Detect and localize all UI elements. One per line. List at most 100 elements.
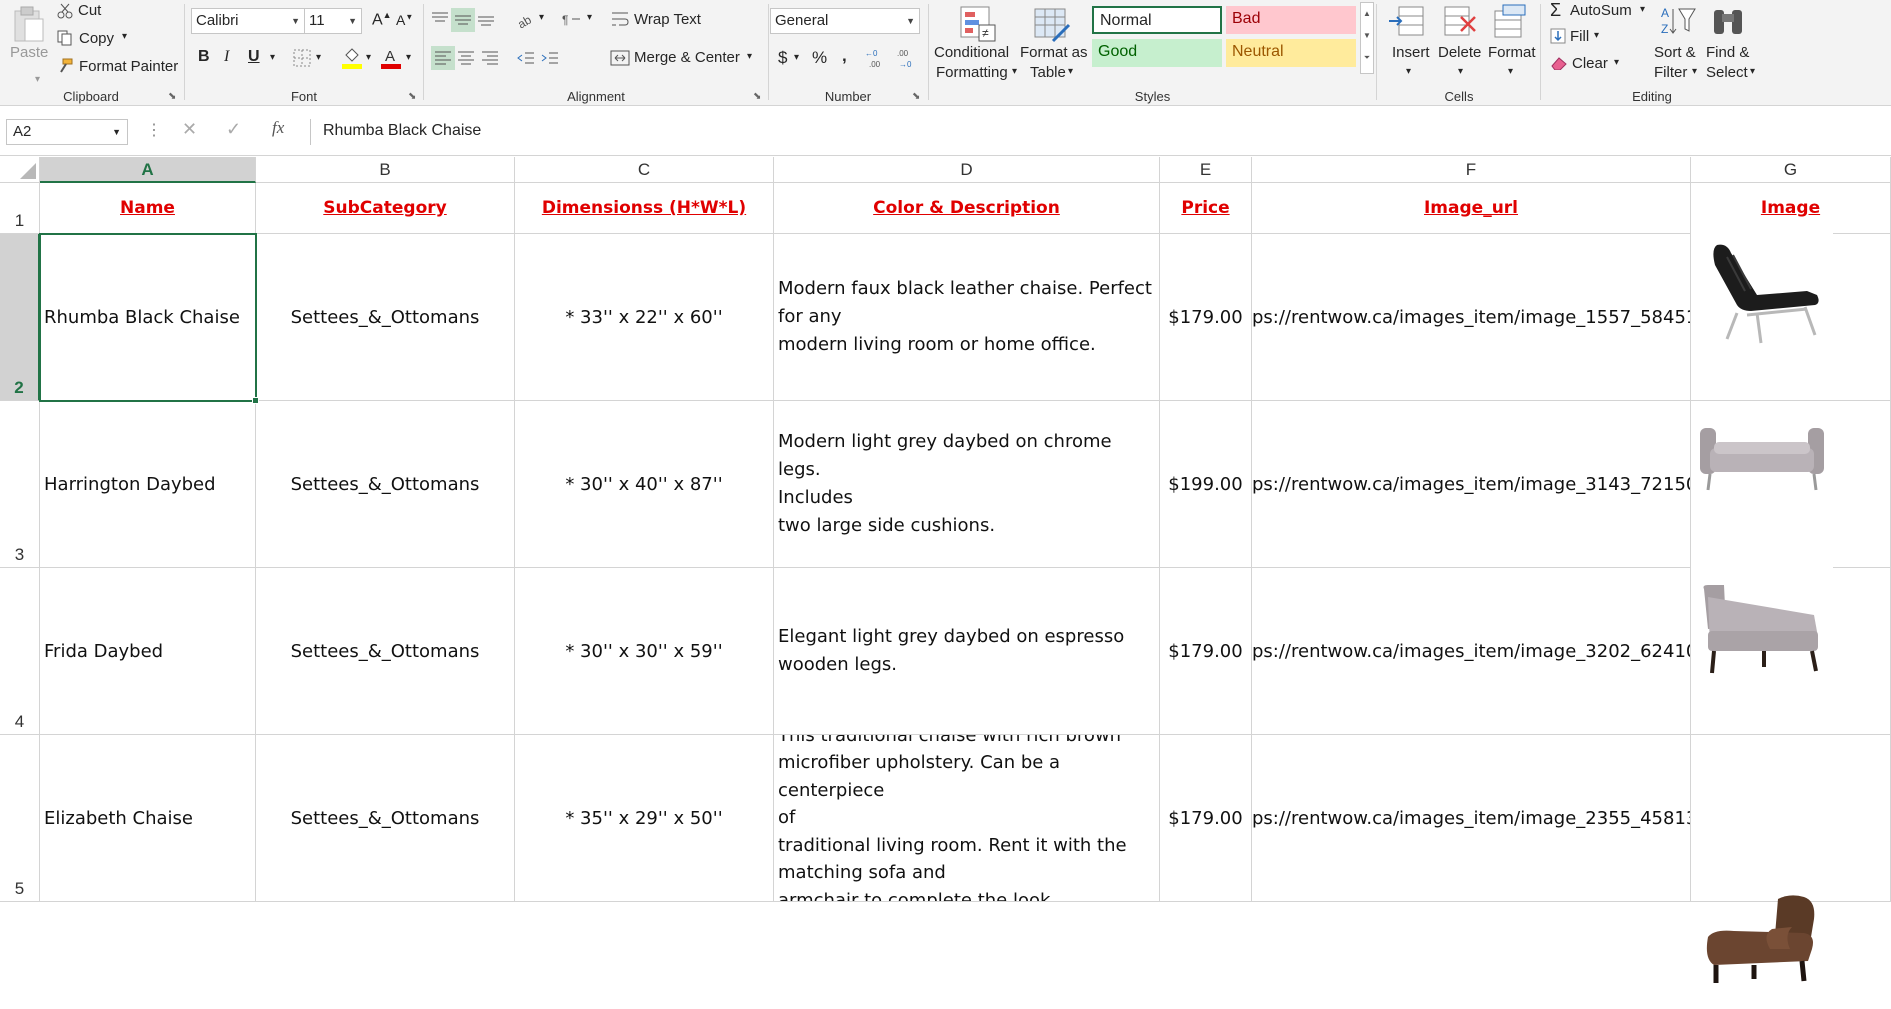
insert-function-icon[interactable]: fx <box>272 118 284 138</box>
number-launcher-icon[interactable]: ⬊ <box>912 92 922 102</box>
increase-indent-icon[interactable] <box>539 46 561 70</box>
clear-dropdown-icon[interactable]: ▾ <box>1614 57 1619 68</box>
merge-dropdown-icon[interactable]: ▾ <box>747 51 752 62</box>
style-good[interactable]: Good <box>1092 39 1222 67</box>
fill-color-icon[interactable] <box>341 46 363 70</box>
brown-chaise-image[interactable] <box>1691 879 1833 1009</box>
select-all-corner[interactable] <box>0 157 40 183</box>
autosum-button[interactable]: AutoSum <box>1570 2 1632 19</box>
cell-dimensions[interactable]: * 30'' x 40'' x 87'' <box>515 401 774 568</box>
column-header-a[interactable]: A <box>40 157 256 183</box>
decrease-decimal-icon[interactable]: .00 →0 <box>894 46 920 70</box>
copy-button[interactable]: Copy <box>79 30 114 47</box>
currency-dropdown-icon[interactable]: ▾ <box>794 52 799 63</box>
borders-dropdown-icon[interactable]: ▾ <box>316 52 321 63</box>
format-table-dropdown-icon[interactable]: ▾ <box>1068 66 1073 77</box>
cell-image[interactable] <box>1691 735 1891 902</box>
delete-button[interactable]: Delete <box>1438 44 1481 61</box>
align-bottom-icon[interactable] <box>475 8 497 30</box>
format-button[interactable]: Format <box>1488 44 1536 61</box>
font-color-icon[interactable]: A <box>380 46 402 70</box>
cell-subcategory[interactable]: Settees_&_Ottomans <box>256 234 515 401</box>
clear-button[interactable]: Clear <box>1572 55 1608 72</box>
cell-dimensions[interactable]: * 30'' x 30'' x 59'' <box>515 568 774 735</box>
column-header-d[interactable]: D <box>774 157 1160 183</box>
name-box[interactable]: A2 ▼ <box>6 119 128 145</box>
paste-icon[interactable] <box>8 4 48 44</box>
cell-dimensions[interactable]: * 33'' x 22'' x 60'' <box>515 234 774 401</box>
increase-font-icon[interactable]: A▲ <box>372 10 392 29</box>
column-header-f[interactable]: F <box>1252 157 1691 183</box>
font-color-dropdown-icon[interactable]: ▾ <box>406 52 411 63</box>
cell-name[interactable]: Frida Daybed <box>40 568 256 735</box>
font-size-dropdown[interactable]: 11 ▼ <box>304 8 362 34</box>
fill-handle[interactable] <box>252 397 259 404</box>
font-launcher-icon[interactable]: ⬊ <box>408 92 418 102</box>
header-dimensions[interactable]: Dimensionss (H*W*L) <box>515 183 774 234</box>
bold-button[interactable]: B <box>198 48 210 66</box>
find-dropdown-icon[interactable]: ▾ <box>1750 66 1755 77</box>
fill-color-dropdown-icon[interactable]: ▾ <box>366 52 371 63</box>
cell-dimensions[interactable]: * 35'' x 29'' x 50'' <box>515 735 774 902</box>
merge-center-button[interactable]: Merge & Center <box>634 49 740 66</box>
style-normal[interactable]: Normal <box>1092 6 1222 34</box>
underline-dropdown-icon[interactable]: ▾ <box>270 52 275 63</box>
clipboard-launcher-icon[interactable]: ⬊ <box>168 92 178 102</box>
cell-image-url[interactable]: ps://rentwow.ca/images_item/image_3202_6… <box>1252 568 1691 735</box>
fill-dropdown-icon[interactable]: ▾ <box>1594 30 1599 41</box>
decrease-indent-icon[interactable] <box>515 46 537 70</box>
italic-button[interactable]: I <box>224 48 229 66</box>
cell-image-url[interactable]: ps://rentwow.ca/images_item/image_1557_5… <box>1252 234 1691 401</box>
copy-dropdown-icon[interactable]: ▾ <box>122 31 127 42</box>
font-name-dropdown[interactable]: Calibri ▼ <box>191 8 305 34</box>
header-image-url[interactable]: Image_url <box>1252 183 1691 234</box>
increase-decimal-icon[interactable]: ←0.00 <box>864 46 890 70</box>
insert-button[interactable]: Insert <box>1392 44 1430 61</box>
column-header-c[interactable]: C <box>515 157 774 183</box>
cell-price[interactable]: $199.00 <box>1160 401 1252 568</box>
sort-dropdown-icon[interactable]: ▾ <box>1692 66 1697 77</box>
cell-price[interactable]: $179.00 <box>1160 234 1252 401</box>
row-header-2[interactable]: 2 <box>0 234 40 401</box>
cell-subcategory[interactable]: Settees_&_Ottomans <box>256 735 515 902</box>
align-right-icon[interactable] <box>479 46 501 70</box>
more-options-icon[interactable]: ⋮ <box>146 120 162 140</box>
style-neutral[interactable]: Neutral <box>1226 39 1356 67</box>
cell-price[interactable]: $179.00 <box>1160 568 1252 735</box>
orientation-dropdown-icon[interactable]: ▾ <box>539 12 544 23</box>
decrease-font-icon[interactable]: A▼ <box>396 12 413 28</box>
cell-image-url[interactable]: ps://rentwow.ca/images_item/image_2355_4… <box>1252 735 1691 902</box>
align-middle-icon[interactable] <box>451 8 475 32</box>
formula-input[interactable]: Rhumba Black Chaise <box>310 119 1891 145</box>
align-center-icon[interactable] <box>455 46 477 70</box>
cell-name[interactable]: Harrington Daybed <box>40 401 256 568</box>
grey-daybed-image[interactable] <box>1691 403 1833 513</box>
cell-description[interactable]: Elegant light grey daybed on espresso wo… <box>774 568 1160 735</box>
row-header-4[interactable]: 4 <box>0 568 40 735</box>
grey-chaise-image[interactable] <box>1691 567 1833 697</box>
column-header-e[interactable]: E <box>1160 157 1252 183</box>
currency-button[interactable]: $ <box>778 48 787 68</box>
delete-dropdown-icon[interactable]: ▾ <box>1458 66 1463 77</box>
black-chaise-image[interactable] <box>1691 227 1833 357</box>
insert-dropdown-icon[interactable]: ▾ <box>1406 66 1411 77</box>
confirm-icon[interactable]: ✓ <box>226 119 241 140</box>
comma-button[interactable]: , <box>842 46 847 66</box>
align-left-icon[interactable] <box>431 46 455 70</box>
cell-price[interactable]: $179.00 <box>1160 735 1252 902</box>
row-header-1[interactable]: 1 <box>0 183 40 234</box>
styles-scroll-icon[interactable]: ▲ ▼ ⏷ <box>1360 2 1374 74</box>
cell-description[interactable]: Modern light grey daybed on chrome legs.… <box>774 401 1160 568</box>
align-top-icon[interactable] <box>429 8 451 30</box>
alignment-launcher-icon[interactable]: ⬊ <box>753 92 763 102</box>
conditional-formatting-button[interactable]: Conditional <box>934 44 1009 61</box>
format-painter-button[interactable]: Format Painter <box>79 58 178 75</box>
cell-description[interactable]: Modern faux black leather chaise. Perfec… <box>774 234 1160 401</box>
underline-button[interactable]: U <box>248 48 260 66</box>
header-subcategory[interactable]: SubCategory <box>256 183 515 234</box>
row-header-3[interactable]: 3 <box>0 401 40 568</box>
cut-button[interactable]: Cut <box>78 2 101 19</box>
header-price[interactable]: Price <box>1160 183 1252 234</box>
cell-subcategory[interactable]: Settees_&_Ottomans <box>256 401 515 568</box>
style-bad[interactable]: Bad <box>1226 6 1356 34</box>
